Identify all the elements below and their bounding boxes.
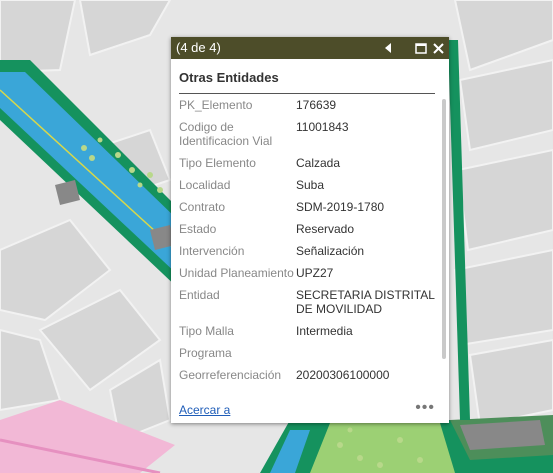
attribute-key: Tipo Elemento <box>179 156 256 170</box>
attribute-row: PK_Elemento 176639 <box>179 98 443 120</box>
attribute-key: PK_Elemento <box>179 98 253 112</box>
attribute-key: Entidad <box>179 288 220 302</box>
attribute-row: Entidad SECRETARIA DISTRITAL DE MOVILIDA… <box>179 288 443 324</box>
previous-button[interactable] <box>379 37 397 59</box>
attribute-key: Unidad Planeamiento <box>179 266 294 280</box>
attribute-key: Georreferenciación <box>179 368 282 382</box>
previous-icon <box>385 43 391 53</box>
popup-scrollbar[interactable] <box>442 99 446 359</box>
building-block <box>78 0 172 57</box>
attribute-value: Reservado <box>296 222 355 236</box>
popup-header: (4 de 4) <box>171 37 449 59</box>
attribute-row: Tipo Elemento Calzada <box>179 156 443 178</box>
attributes-table: PK_Elemento 176639 Codigo de Identificac… <box>179 98 443 382</box>
building-block <box>453 0 553 72</box>
attribute-value: UPZ27 <box>296 266 334 280</box>
attribute-value: 176639 <box>296 98 337 112</box>
attribute-value: SDM-2019-1780 <box>296 200 385 214</box>
attribute-value: SECRETARIA DISTRITAL DE MOVILIDAD <box>296 288 435 316</box>
attribute-row: Unidad Planeamiento UPZ27 <box>179 266 443 288</box>
zoom-to-link[interactable]: Acercar a <box>179 403 230 417</box>
attribute-value: Suba <box>296 178 325 192</box>
attribute-value: Intermedia <box>296 324 353 338</box>
attribute-key: Intervención <box>179 244 245 258</box>
attribute-key: Localidad <box>179 178 231 192</box>
attribute-value: Calzada <box>296 156 341 170</box>
popup-footer: Acercar a ••• <box>171 399 449 423</box>
more-options-icon[interactable]: ••• <box>415 399 435 417</box>
attribute-key: Programa <box>179 346 232 360</box>
popup-body[interactable]: Otras Entidades PK_Elemento 176639 Codig… <box>171 59 449 399</box>
maximize-icon <box>415 42 427 54</box>
attribute-row: Programa <box>179 346 443 368</box>
close-button[interactable] <box>430 37 446 59</box>
attribute-value <box>296 346 443 368</box>
attribute-key: Codigo de Identificacion Vial <box>179 120 273 148</box>
attribute-value: Señalización <box>296 244 365 258</box>
building-block <box>453 248 553 347</box>
attribute-row: Tipo Malla Intermedia <box>179 324 443 346</box>
attribute-value: 11001843 <box>296 120 349 134</box>
maximize-button[interactable] <box>413 37 429 59</box>
attribute-value: 20200306100000 <box>296 368 390 382</box>
close-icon <box>432 42 444 54</box>
popup-title: (4 de 4) <box>176 40 221 55</box>
attribute-row: Codigo de Identificacion Vial 11001843 <box>179 120 443 156</box>
layer-title: Otras Entidades <box>179 70 279 85</box>
building-block <box>468 338 553 427</box>
attribute-key: Contrato <box>179 200 226 214</box>
attribute-key: Tipo Malla <box>179 324 234 338</box>
map-view[interactable]: (4 de 4) Otras Entidades PK_Elemento 176… <box>0 0 553 473</box>
title-divider <box>179 93 435 94</box>
attribute-row: Contrato SDM-2019-1780 <box>179 200 443 222</box>
building-block <box>456 148 553 252</box>
building-block <box>458 58 553 152</box>
attribute-key: Estado <box>179 222 217 236</box>
attribute-row: Georreferenciación 20200306100000 <box>179 368 443 382</box>
road-marker <box>460 420 545 450</box>
attribute-row: Estado Reservado <box>179 222 443 244</box>
attribute-row: Intervención Señalización <box>179 244 443 266</box>
info-popup: (4 de 4) Otras Entidades PK_Elemento 176… <box>171 37 449 423</box>
attribute-row: Localidad Suba <box>179 178 443 200</box>
